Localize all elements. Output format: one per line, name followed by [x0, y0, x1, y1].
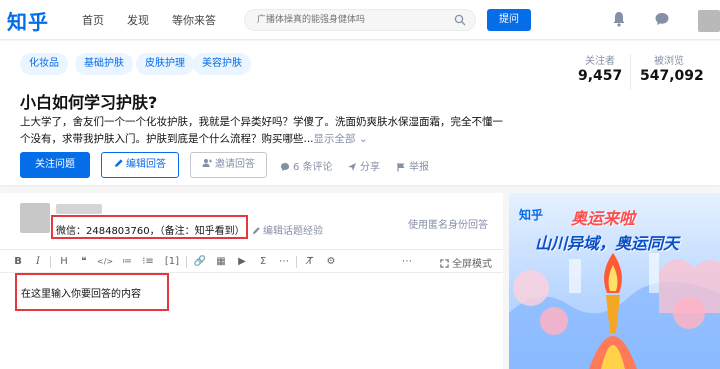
link-icon[interactable]: 🔗	[193, 255, 207, 269]
more-options-icon[interactable]: ⋯	[400, 255, 414, 269]
nav-waiting-answers[interactable]: 等你来答	[172, 12, 216, 28]
topic-tag[interactable]: 美容护肤	[193, 53, 251, 75]
share-icon	[348, 163, 356, 171]
pencil-icon	[115, 159, 123, 167]
ad-subtitle: 山川异域，奥运同天	[535, 234, 680, 253]
highlight-box	[51, 215, 248, 239]
topic-tag[interactable]: 化妆品	[20, 53, 68, 75]
report-label: 举报	[409, 162, 429, 173]
editor-toolbar: B I H ❝ </> ≔ ⁝≡ [1] 🔗 ▦ ▶ Σ ⋯ T̸ ⚙ ⋯ 全屏…	[0, 249, 503, 273]
more-insert-icon[interactable]: ⋯	[277, 255, 291, 269]
question-description: 上大学了，舍友们一个一个化妆护肤，我就是个异类好吗？学傻了。洗面奶爽肤水保湿面霜…	[20, 114, 510, 148]
question-description-text: 上大学了，舍友们一个一个化妆护肤，我就是个异类好吗？学傻了。洗面奶爽肤水保湿面霜…	[20, 116, 503, 145]
nav-discover[interactable]: 发现	[127, 12, 149, 28]
zhihu-logo[interactable]: 知乎	[7, 6, 49, 35]
bold-button[interactable]: B	[11, 255, 25, 269]
image-icon[interactable]: ▦	[214, 255, 228, 269]
search-input[interactable]	[257, 14, 447, 24]
topic-tag[interactable]: 基础护肤	[75, 53, 133, 75]
author-name-blurred	[56, 204, 102, 214]
invite-answer-button[interactable]: 邀请回答	[190, 152, 267, 178]
report-button[interactable]: 举报	[396, 158, 429, 173]
follow-question-button[interactable]: 关注问题	[20, 152, 90, 178]
settings-icon[interactable]: ⚙	[324, 255, 338, 269]
stat-divider	[630, 54, 631, 90]
messages-icon[interactable]	[654, 11, 670, 27]
share-label: 分享	[360, 162, 380, 173]
search-box[interactable]	[244, 9, 476, 31]
author-avatar	[20, 203, 50, 233]
notification-bell-icon[interactable]	[612, 11, 626, 27]
question-header: 化妆品 基础护肤 皮肤护理 美容护肤 关注者 9,457 被浏览 547,092…	[0, 41, 720, 185]
ad-zhihu-logo: 知乎	[519, 208, 544, 222]
topic-tag[interactable]: 皮肤护理	[136, 53, 194, 75]
followers-label: 关注者	[585, 56, 615, 67]
question-title: 小白如何学习护肤?	[20, 93, 158, 112]
add-user-icon	[202, 159, 212, 167]
italic-button[interactable]: I	[31, 255, 45, 269]
invite-answer-label: 邀请回答	[215, 159, 255, 170]
views-count: 547,092	[640, 68, 704, 84]
answer-editor: 微信：2484803760，（备注：知乎看到） 编辑话题经验 使用匿名身份回答 …	[0, 193, 503, 369]
edit-answer-button[interactable]: 编辑回答	[101, 152, 179, 178]
edit-topic-experience-link[interactable]: 编辑话题经验	[252, 222, 323, 237]
toolbar-divider	[50, 256, 51, 268]
unordered-list-button[interactable]: ⁝≡	[141, 255, 155, 269]
fullscreen-button[interactable]: 全屏模式	[440, 255, 492, 270]
toolbar-divider	[186, 256, 187, 268]
video-icon[interactable]: ▶	[235, 255, 249, 269]
ask-question-button[interactable]: 提问	[487, 9, 531, 31]
flag-icon	[397, 163, 405, 172]
followers-count[interactable]: 9,457	[578, 68, 622, 84]
comments-label: 6 条评论	[293, 162, 333, 173]
comments-button[interactable]: 6 条评论	[280, 158, 333, 173]
share-button[interactable]: 分享	[347, 158, 380, 173]
ad-title: 奥运来啦	[571, 209, 636, 228]
highlight-box	[15, 273, 169, 311]
reference-button[interactable]: [1]	[163, 255, 181, 269]
top-navigation: 知乎 首页 发现 等你来答 提问	[0, 0, 720, 40]
heading-button[interactable]: H	[57, 255, 71, 269]
anonymous-answer-toggle[interactable]: 使用匿名身份回答	[408, 216, 488, 231]
fullscreen-label: 全屏模式	[452, 259, 492, 270]
ordered-list-button[interactable]: ≔	[120, 255, 134, 269]
quote-button[interactable]: ❝	[77, 255, 91, 269]
comment-icon	[281, 163, 289, 171]
user-avatar[interactable]	[698, 10, 720, 32]
olympics-ad-banner[interactable]: 知乎 奥运来啦 山川异域，奥运同天	[509, 193, 720, 369]
edit-answer-label: 编辑回答	[126, 159, 166, 170]
search-icon[interactable]	[454, 14, 466, 26]
nav-home[interactable]: 首页	[82, 12, 104, 28]
edit-topic-experience-label: 编辑话题经验	[263, 226, 323, 237]
toolbar-divider	[296, 256, 297, 268]
views-label: 被浏览	[654, 56, 684, 67]
expand-icon	[440, 259, 449, 268]
formula-icon[interactable]: Σ	[256, 255, 270, 269]
show-all-link[interactable]: 显示全部 ⌄	[314, 133, 368, 145]
pencil-icon	[252, 227, 260, 235]
code-button[interactable]: </>	[97, 255, 113, 269]
clear-format-icon[interactable]: T̸	[303, 255, 317, 269]
